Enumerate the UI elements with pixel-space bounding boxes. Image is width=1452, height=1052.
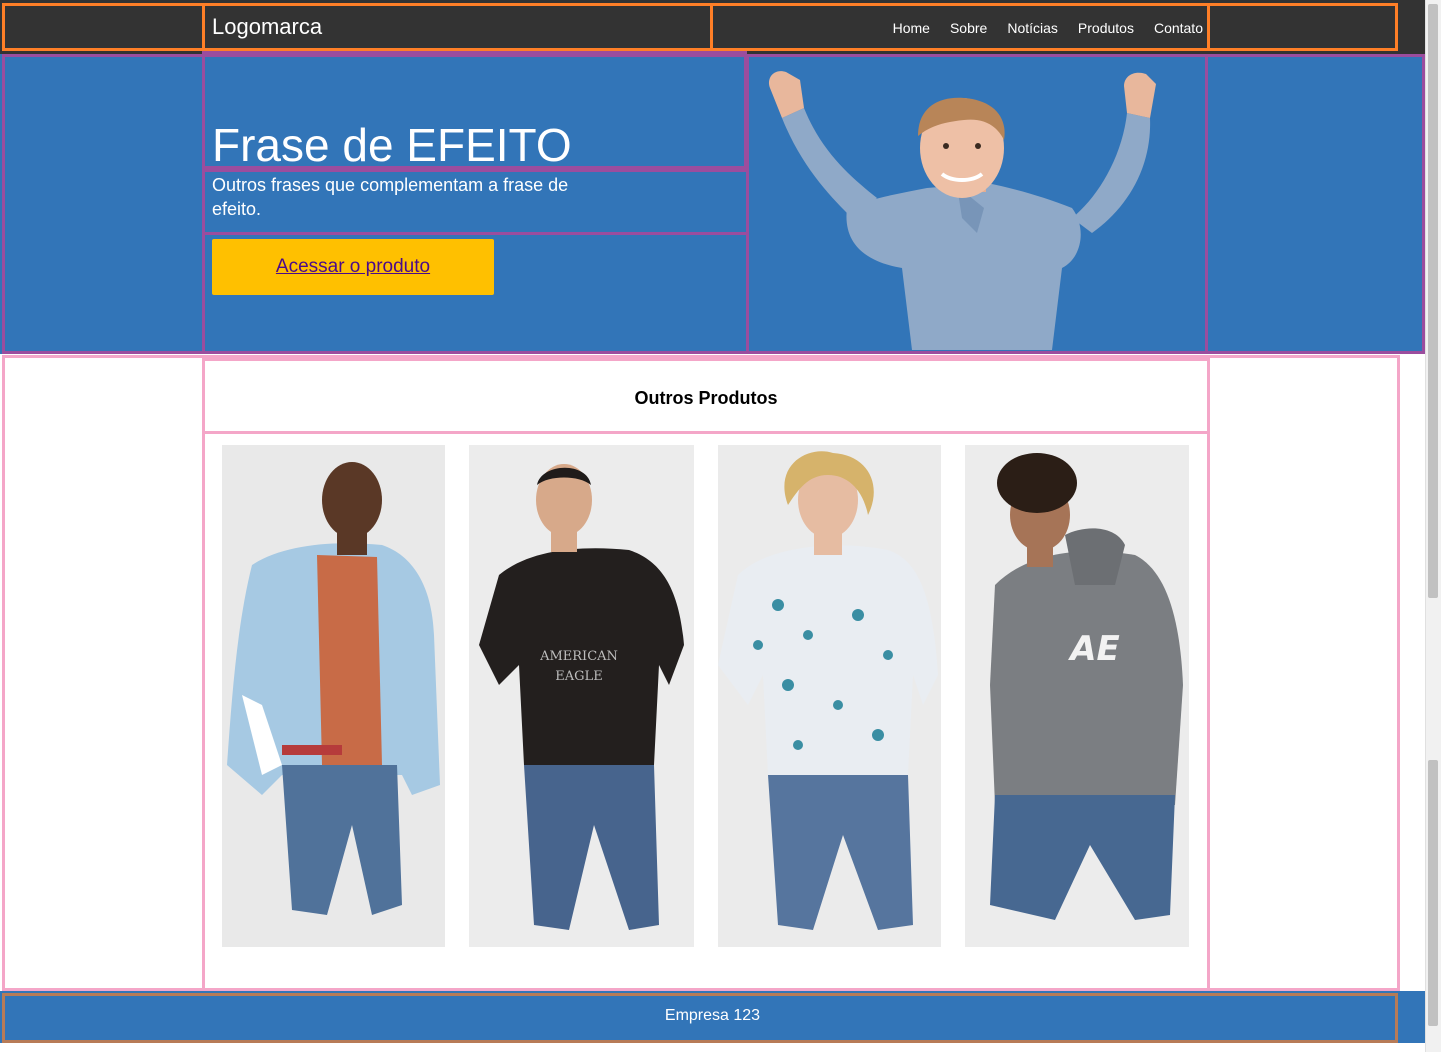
footer-company-name: Empresa 123 (664, 1007, 761, 1024)
scrollbar-thumb-lower[interactable] (1428, 760, 1438, 1026)
hero-image (768, 71, 1156, 350)
nav-link-sobre[interactable]: Sobre (950, 20, 987, 36)
scrollbar-thumb[interactable] (1428, 4, 1438, 598)
hero-subtitle: Outros frases que complementam a frase d… (212, 175, 569, 219)
product-card-4[interactable]: AE (965, 445, 1189, 947)
page: Logomarca Home Sobre Notícias Produtos C… (0, 0, 1425, 1052)
section-title-outros-produtos: Outros Produtos (634, 388, 778, 408)
product-card-1[interactable] (222, 445, 445, 947)
svg-text:AE: AE (1067, 629, 1120, 669)
nav-link-home[interactable]: Home (893, 20, 930, 36)
product-image-2: AMERICAN EAGLE (469, 445, 694, 947)
product-card-2[interactable]: AMERICAN EAGLE (469, 445, 694, 947)
main-nav: Home Sobre Notícias Produtos Contato (893, 20, 1203, 36)
nav-link-noticias[interactable]: Notícias (1007, 20, 1058, 36)
site-logo[interactable]: Logomarca (212, 14, 322, 40)
window-gutter (1441, 0, 1452, 1052)
hero-title: Frase de EFEITO (212, 119, 572, 171)
product-image-4: AE (965, 445, 1189, 947)
product-card-3[interactable] (718, 445, 941, 947)
product-image-3 (718, 445, 941, 947)
nav-link-produtos[interactable]: Produtos (1078, 20, 1134, 36)
svg-text:EAGLE: EAGLE (555, 669, 602, 684)
svg-text:AMERICAN: AMERICAN (539, 649, 618, 664)
nav-link-contato[interactable]: Contato (1154, 20, 1203, 36)
access-product-button[interactable]: Acessar o produto (212, 239, 494, 295)
product-image-1 (222, 445, 445, 947)
